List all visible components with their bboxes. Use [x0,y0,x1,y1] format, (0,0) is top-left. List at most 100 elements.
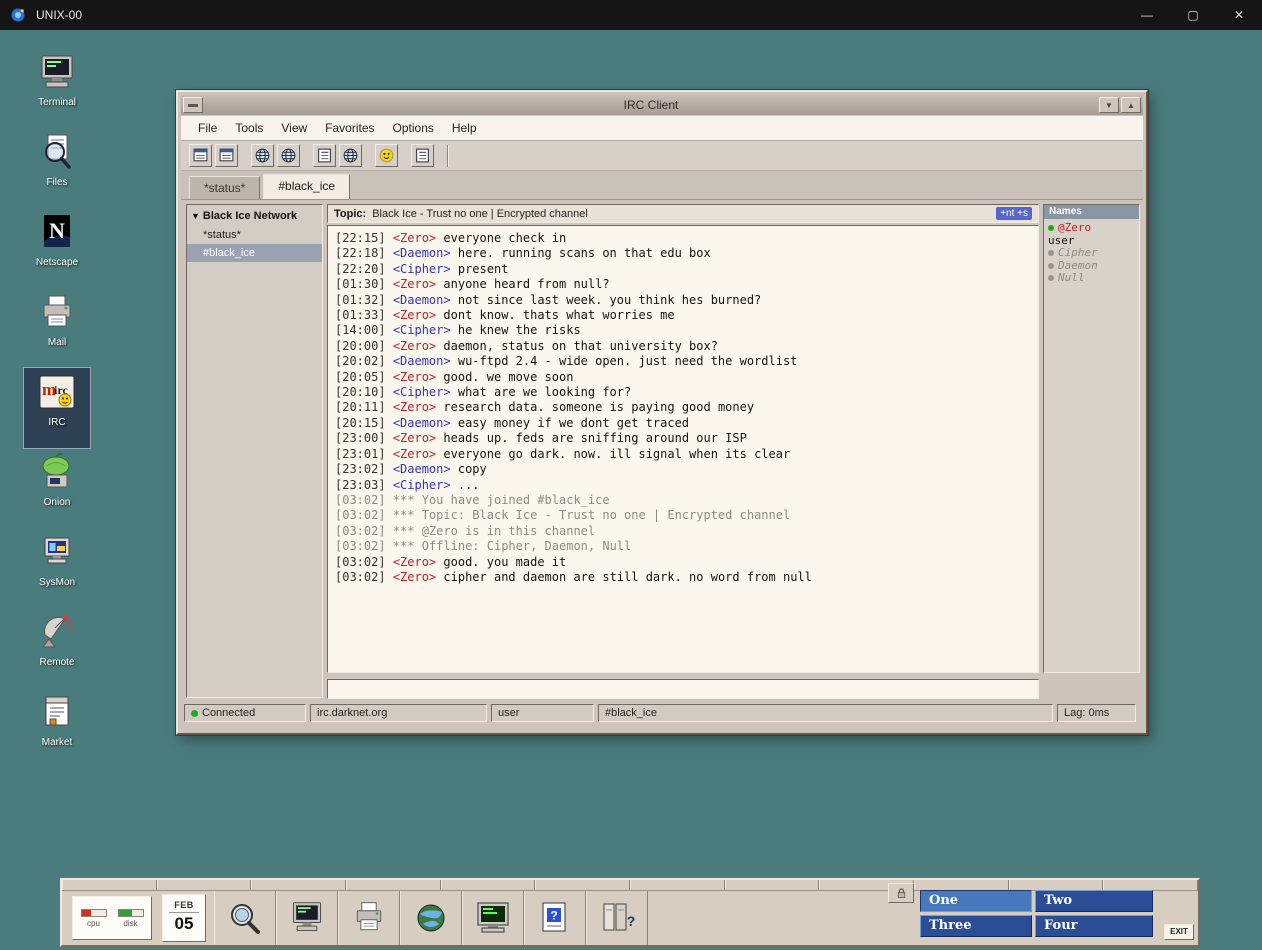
toolbar-smiley-button[interactable] [375,144,398,167]
subpanel-tab[interactable] [251,880,346,890]
smiley-icon [378,147,395,164]
subpanel-tab[interactable] [441,880,536,890]
workspace-three-button[interactable]: Three [920,915,1032,937]
maximize-button[interactable]: ▢ [1170,0,1216,30]
toolbar-connect-button[interactable] [189,144,212,167]
svg-text:?: ? [550,909,557,923]
menu-view[interactable]: View [272,116,316,140]
chat-message: [20:10] <Cipher> what are we looking for… [335,385,1031,400]
desktop-icon-market[interactable]: Market [24,688,90,768]
desktop-icon-terminal[interactable]: Terminal [24,48,90,128]
subpanel-tab[interactable] [1103,880,1198,890]
topic-text: Black Ice - Trust no one | Encrypted cha… [372,208,996,220]
taskbar-console-button[interactable] [462,891,524,945]
subpanel-tab[interactable] [62,880,157,890]
cpu-meter: cpu [81,909,107,928]
subpanel-tab[interactable] [914,880,1009,890]
subpanel-tab[interactable] [346,880,441,890]
tree-network-label: Black Ice Network [203,210,297,222]
message-input[interactable] [327,679,1039,699]
taskbar-globe-button[interactable] [400,891,462,945]
calendar-button[interactable]: FEB 05 [162,894,206,942]
globe-icon [411,900,451,936]
disk-label: disk [123,920,137,928]
system-meter-button[interactable]: cpu disk [72,896,152,940]
taskbar-docs-button[interactable]: ? [586,891,648,945]
window-minimize-button[interactable]: ▼ [1099,97,1119,113]
lock-button[interactable] [888,883,914,903]
tree-network[interactable]: ▼Black Ice Network [187,205,322,226]
market-icon [34,693,80,733]
terminal-icon [34,53,80,93]
exit-button[interactable]: EXIT [1164,924,1194,940]
workspace-four-button[interactable]: Four [1035,915,1153,937]
calendar-day: 05 [169,912,199,934]
connected-dot-icon [191,710,198,717]
names-list-item[interactable]: @Zero [1044,222,1139,235]
workspace-switcher: OneTwoThreeFour [920,890,1154,938]
subpanel-tab[interactable] [535,880,630,890]
chat-messages[interactable]: [22:15] <Zero> everyone check in[22:18] … [327,225,1039,673]
names-list-item[interactable]: Cipher [1044,247,1139,260]
chat-message: [03:02] *** @Zero is in this channel [335,524,1031,539]
taskbar-buttons: ?? [214,891,648,945]
close-button[interactable]: ✕ [1216,0,1262,30]
desktop-icon-sysmon[interactable]: SysMon [24,528,90,608]
minimize-button[interactable]: — [1124,0,1170,30]
taskbar: cpu disk FEB 05 ?? OneTwoThreeFour EXIT [60,878,1200,947]
desktop-icon-irc[interactable]: mircIRC [24,368,90,448]
terminal-icon [287,900,327,936]
desktop-icon-label: Mail [48,337,66,348]
tab-status[interactable]: *status* [189,176,260,199]
taskbar-help-button[interactable]: ? [524,891,586,945]
desktop-icon-mail[interactable]: Mail [24,288,90,368]
svg-text:?: ? [627,913,636,929]
chat-message: [23:02] <Daemon> copy [335,462,1031,477]
disk-meter: disk [118,909,144,928]
toolbar-network-button[interactable] [339,144,362,167]
menu-favorites[interactable]: Favorites [316,116,383,140]
menu-file[interactable]: File [189,116,226,140]
workspace-one-button[interactable]: One [920,890,1032,912]
menu-tools[interactable]: Tools [226,116,272,140]
menu-help[interactable]: Help [443,116,486,140]
menu-options[interactable]: Options [384,116,443,140]
toolbar-separator [447,145,449,167]
desktop-icon-label: Market [42,737,73,748]
chat-message: [20:05] <Zero> good. we move soon [335,370,1031,385]
workspace-two-button[interactable]: Two [1035,890,1153,912]
names-list-item[interactable]: Null [1044,272,1139,285]
irc-titlebar[interactable]: IRC Client ▼ ▲ [181,95,1143,115]
desktop-icon-remote[interactable]: Remote [24,608,90,688]
toolbar-new-server-button[interactable] [215,144,238,167]
desktop-icon-files[interactable]: Files [24,128,90,208]
window-maximize-button[interactable]: ▲ [1121,97,1141,113]
subpanel-tab[interactable] [725,880,820,890]
tree-items: *status*#black_ice [187,226,322,262]
tree-item-status[interactable]: *status* [187,226,322,244]
tab-black_ice[interactable]: #black_ice [263,174,350,199]
toolbar-channel-globe-button[interactable] [251,144,274,167]
taskbar-printer-button[interactable] [338,891,400,945]
offline-dot-icon [1048,250,1054,256]
taskbar-terminal-button[interactable] [276,891,338,945]
toolbar-world-button[interactable] [277,144,300,167]
subpanel-tab[interactable] [157,880,252,890]
desktop-icon-onion[interactable]: Onion [24,448,90,528]
tree-item-black_ice[interactable]: #black_ice [187,244,322,262]
cpu-gauge-icon [81,909,107,917]
window-menu-button[interactable] [183,97,203,113]
chat-message: [03:02] <Zero> good. you made it [335,555,1031,570]
desktop-icon-netscape[interactable]: NNetscape [24,208,90,288]
subpanel-tab[interactable] [630,880,725,890]
irc-window-title: IRC Client [203,98,1099,112]
taskbar-search-button[interactable] [214,891,276,945]
tab-bar: *status*#black_ice [181,171,1143,200]
new-server-icon [218,147,235,164]
console-icon [473,900,513,936]
subpanel-tab[interactable] [1009,880,1104,890]
onion-icon [34,453,80,493]
toolbar-script-button[interactable] [411,144,434,167]
chat-message: [03:02] <Zero> cipher and daemon are sti… [335,570,1031,585]
toolbar-channel-list-button[interactable] [313,144,336,167]
